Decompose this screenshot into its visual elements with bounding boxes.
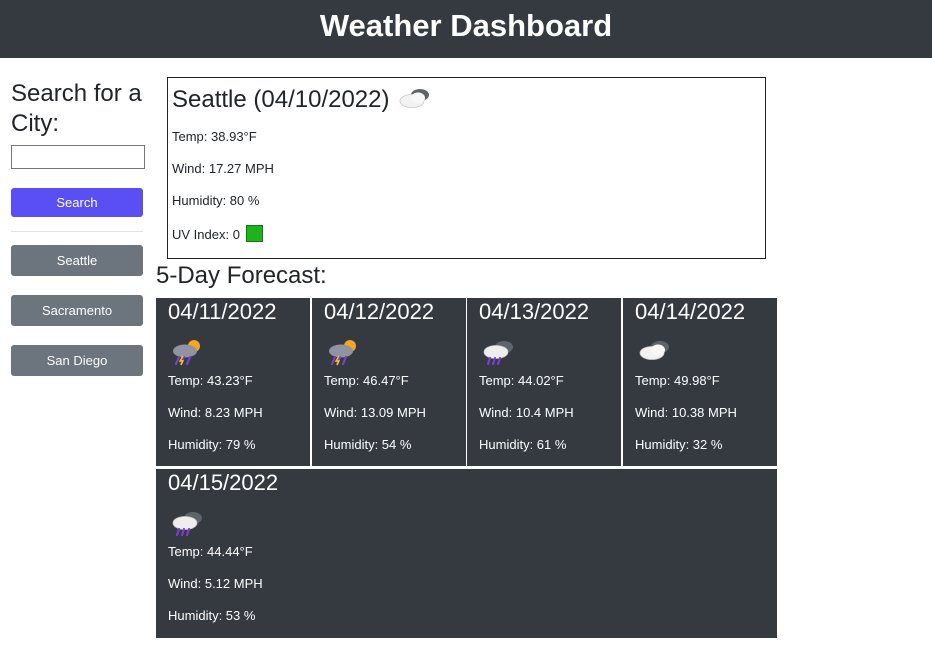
forecast-humidity: Humidity: 53 % [168, 608, 256, 623]
forecast-wind: Wind: 8.23 MPH [168, 405, 263, 420]
current-humidity: Humidity: 80 % [172, 193, 260, 208]
forecast-humidity: Humidity: 79 % [168, 437, 256, 452]
forecast-title: 5-Day Forecast: [156, 262, 327, 289]
forecast-card-4: 04/14/2022 Temp: 49.98°F Wind: 10.38 MPH… [623, 298, 777, 466]
broken-clouds-icon [398, 87, 434, 116]
forecast-temp: Temp: 44.44°F [168, 544, 253, 559]
uv-label: UV Index: 0 [172, 227, 240, 242]
rain-cloud-icon [481, 338, 517, 371]
rain-cloud-icon [170, 509, 206, 542]
current-temp: Temp: 38.93°F [172, 129, 257, 144]
forecast-date: 04/15/2022 [168, 470, 279, 495]
forecast-humidity: Humidity: 32 % [635, 437, 723, 452]
forecast-card-3: 04/13/2022 Temp: 44.02°F Wind: 10.4 MPH … [467, 298, 621, 466]
current-city-date: Seattle (04/10/2022) [172, 86, 390, 113]
search-heading: Search for a City: [11, 80, 142, 137]
thunder-rain-sun-icon [326, 338, 360, 371]
forecast-date: 04/14/2022 [635, 299, 746, 324]
history-button-seattle[interactable]: Seattle [11, 245, 143, 276]
forecast-wind: Wind: 10.4 MPH [479, 405, 574, 420]
forecast-card-1: 04/11/2022 Temp: 43.23°F Wind: 8.23 MPH … [156, 298, 310, 466]
forecast-wind: Wind: 10.38 MPH [635, 405, 737, 420]
history-button-san-diego[interactable]: San Diego [11, 345, 143, 376]
forecast-temp: Temp: 49.98°F [635, 373, 720, 388]
forecast-date: 04/12/2022 [324, 299, 435, 324]
sidebar-divider [11, 231, 143, 232]
forecast-humidity: Humidity: 54 % [324, 437, 412, 452]
forecast-card-2: 04/12/2022 Temp: 46.47°F Wind: 13.09 MPH… [312, 298, 466, 466]
forecast-humidity: Humidity: 61 % [479, 437, 567, 452]
forecast-temp: Temp: 44.02°F [479, 373, 564, 388]
forecast-wind: Wind: 13.09 MPH [324, 405, 426, 420]
uv-indicator [245, 225, 263, 242]
forecast-temp: Temp: 46.47°F [324, 373, 409, 388]
forecast-wind: Wind: 5.12 MPH [168, 576, 263, 591]
broken-clouds-icon [637, 338, 673, 367]
current-wind: Wind: 17.27 MPH [172, 161, 274, 176]
search-button[interactable]: Search [11, 188, 143, 217]
thunder-rain-sun-icon [170, 338, 204, 371]
page-title: Weather Dashboard [319, 8, 613, 43]
top-bar: Weather Dashboard [0, 0, 932, 58]
forecast-card-5: 04/15/2022 Temp: 44.44°F Wind: 5.12 MPH … [156, 469, 777, 638]
forecast-date: 04/13/2022 [479, 299, 590, 324]
current-weather-panel: Seattle (04/10/2022) Temp: 38.93°F Wind:… [167, 77, 766, 259]
current-weather-title: Seattle (04/10/2022) [172, 86, 434, 116]
forecast-date: 04/11/2022 [168, 299, 277, 324]
forecast-temp: Temp: 43.23°F [168, 373, 253, 388]
city-search-input[interactable] [11, 145, 145, 169]
current-uv: UV Index: 0 [172, 225, 263, 243]
history-button-sacramento[interactable]: Sacramento [11, 295, 143, 326]
